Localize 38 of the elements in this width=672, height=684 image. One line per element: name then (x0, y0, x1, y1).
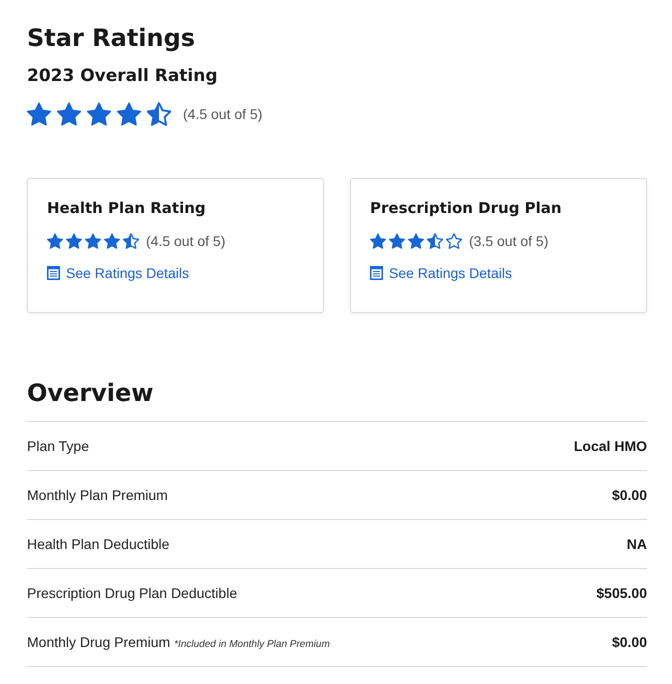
row-label: Plan Type (27, 438, 90, 454)
rating-text: (4.5 out of 5) (183, 106, 262, 122)
star-icon (66, 233, 82, 249)
star-icon (389, 233, 405, 249)
card-title: Prescription Drug Plan (370, 198, 563, 219)
ratings-details-link[interactable]: See Ratings Details (47, 265, 189, 281)
row-label: Prescription Drug Plan Deductible (27, 585, 238, 601)
rating-text: (3.5 out of 5) (469, 233, 548, 249)
row-label: Monthly Drug Premium (27, 634, 170, 650)
half-star-icon (427, 233, 443, 249)
star-icon (57, 102, 81, 126)
row-value: Local HMO (574, 438, 647, 454)
star-icon (85, 233, 101, 249)
half-star-icon (123, 233, 139, 249)
star-outline-icon (446, 233, 462, 249)
row-label: Health Plan Deductible (27, 536, 170, 552)
list-icon (370, 266, 383, 280)
star-icon (408, 233, 424, 249)
star-icon (47, 233, 63, 249)
page-title: Star Ratings (27, 23, 196, 54)
section-title: Overview (27, 378, 154, 409)
ratings-details-link[interactable]: See Ratings Details (370, 265, 512, 281)
row-label: Monthly Plan Premium (27, 487, 168, 503)
footnote-text: *Included in Monthly Plan Premium (174, 639, 330, 650)
star-icon (104, 233, 120, 249)
star-icon (117, 102, 141, 126)
star-icon (87, 102, 111, 126)
row-value: $505.00 (596, 585, 647, 601)
row-value: NA (626, 536, 647, 552)
rating-text: (4.5 out of 5) (146, 233, 226, 249)
list-icon (47, 266, 60, 280)
row-value: $0.00 (612, 487, 647, 503)
star-icon (370, 233, 386, 249)
half-star-icon (147, 102, 171, 126)
star-icon (27, 102, 51, 126)
row-value: $0.00 (612, 634, 647, 650)
section-subtitle: 2023 Overall Rating (27, 65, 219, 88)
card-title: Health Plan Rating (47, 198, 207, 219)
